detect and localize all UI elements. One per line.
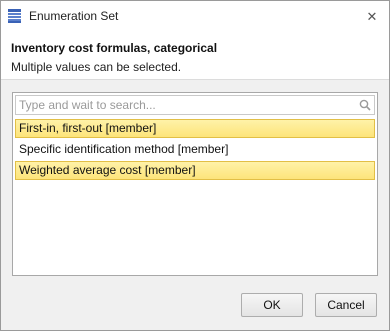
body-area: First-in, first-out [member] Specific id…	[1, 79, 389, 283]
list-item-label: First-in, first-out [member]	[19, 121, 157, 135]
list-item-label: Specific identification method [member]	[19, 142, 229, 156]
enumeration-set-dialog: Enumeration Set ✕ Inventory cost formula…	[0, 0, 390, 331]
list-item-weighted-average[interactable]: Weighted average cost [member]	[15, 161, 375, 180]
list-icon	[8, 9, 21, 23]
value-list: First-in, first-out [member] Specific id…	[15, 119, 375, 182]
header-area: Inventory cost formulas, categorical Mul…	[1, 32, 389, 79]
close-icon: ✕	[366, 9, 378, 24]
ok-button[interactable]: OK	[241, 293, 303, 317]
list-item-first-in-first-out[interactable]: First-in, first-out [member]	[15, 119, 375, 138]
button-bar: OK Cancel	[1, 283, 389, 330]
list-item-specific-identification[interactable]: Specific identification method [member]	[15, 140, 375, 159]
list-item-label: Weighted average cost [member]	[19, 163, 196, 177]
search-input[interactable]	[16, 96, 352, 114]
value-listbox[interactable]: First-in, first-out [member] Specific id…	[12, 92, 378, 276]
dialog-subheading: Multiple values can be selected.	[11, 60, 182, 74]
window-title: Enumeration Set	[29, 9, 119, 23]
dialog-heading: Inventory cost formulas, categorical	[11, 41, 218, 55]
close-button[interactable]: ✕	[361, 7, 383, 27]
search-box[interactable]	[15, 95, 375, 115]
search-icon[interactable]	[359, 99, 371, 111]
cancel-button[interactable]: Cancel	[315, 293, 377, 317]
title-bar[interactable]: Enumeration Set ✕	[1, 1, 389, 32]
